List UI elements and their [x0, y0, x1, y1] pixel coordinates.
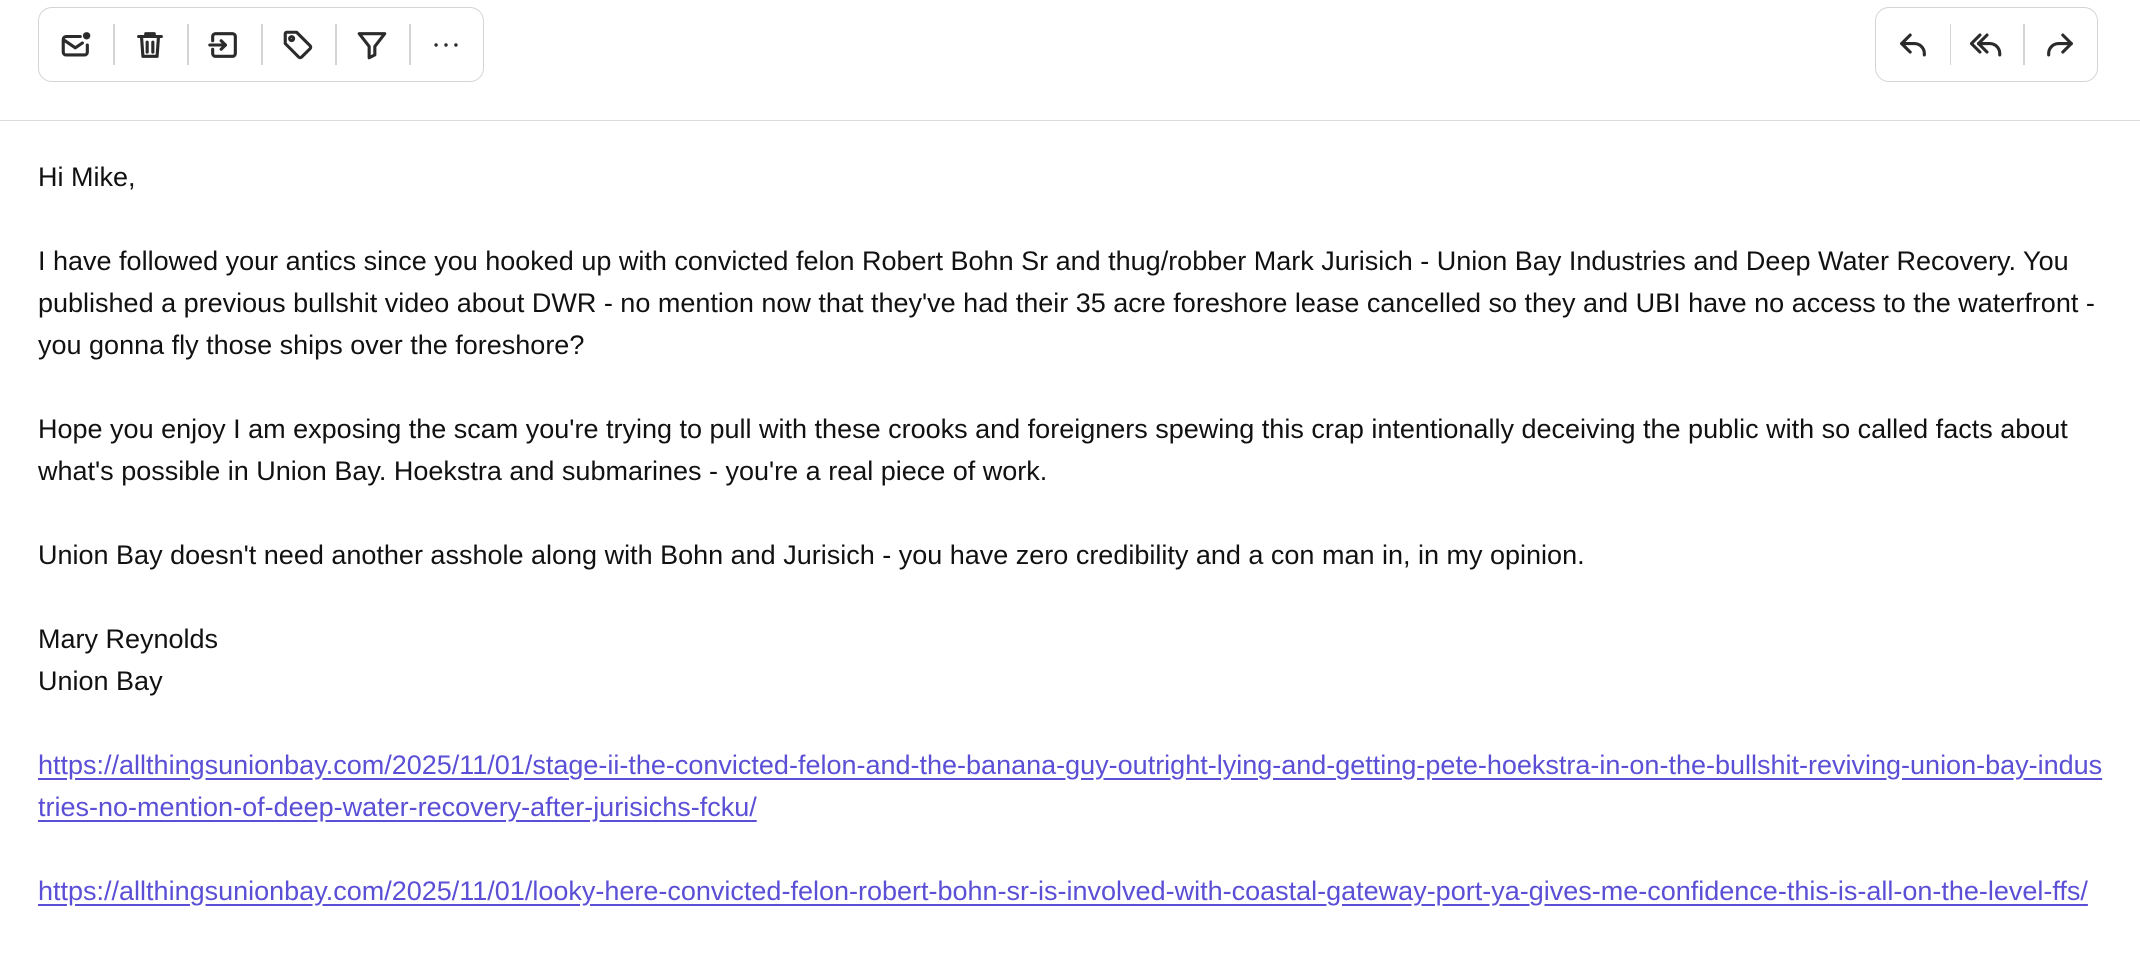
signature-name: Mary Reynolds	[38, 624, 219, 654]
forward-icon	[2047, 33, 2074, 56]
filter-button[interactable]	[335, 8, 409, 81]
article-link-2[interactable]: https://allthingsunionbay.com/2025/11/01…	[38, 876, 2088, 906]
forward-button[interactable]	[2023, 8, 2097, 81]
tag-button[interactable]	[261, 8, 335, 81]
filter-icon	[357, 31, 387, 59]
delete-button[interactable]	[113, 8, 187, 81]
article-link-1[interactable]: https://allthingsunionbay.com/2025/11/01…	[38, 750, 2102, 822]
greeting: Hi Mike,	[38, 162, 136, 192]
message-body: Hi Mike, I have followed your antics sin…	[38, 156, 2108, 954]
reply-button[interactable]	[1876, 8, 1950, 81]
paragraph-3: Union Bay doesn't need another asshole a…	[38, 540, 1585, 570]
reply-all-button[interactable]	[1949, 8, 2024, 81]
message-toolbar	[0, 0, 2140, 121]
mark-unread-button[interactable]	[39, 8, 113, 81]
paragraph-2: Hope you enjoy I am exposing the scam yo…	[38, 414, 2068, 486]
reply-all-icon	[1969, 33, 2001, 56]
more-icon	[434, 42, 458, 47]
trash-icon	[137, 31, 163, 58]
reply-icon	[1899, 33, 1926, 56]
tag-icon	[283, 30, 313, 59]
more-button[interactable]	[409, 8, 483, 81]
message-actions-group	[38, 7, 484, 82]
paragraph-1: I have followed your antics since you ho…	[38, 246, 2095, 360]
move-button[interactable]	[187, 8, 261, 81]
signature-location: Union Bay	[38, 666, 163, 696]
move-to-folder-icon	[208, 31, 237, 58]
mark-unread-icon	[61, 31, 91, 56]
reply-actions-group	[1875, 7, 2098, 82]
